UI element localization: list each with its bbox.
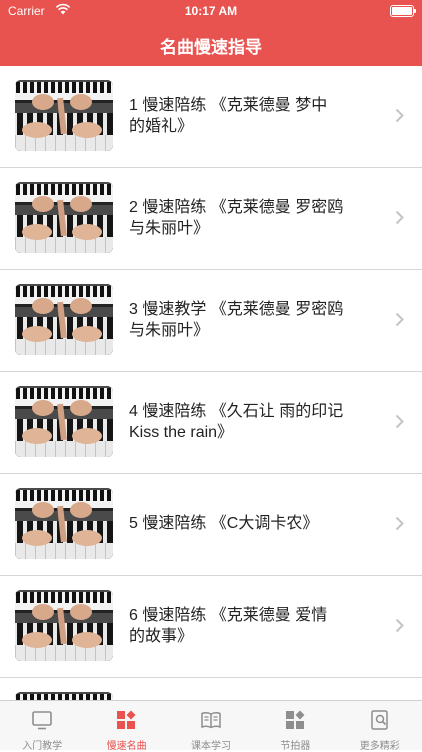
piano-thumbnail bbox=[15, 590, 113, 661]
tab-slow-famous-songs[interactable]: 慢速名曲 bbox=[84, 701, 168, 752]
monitor-icon bbox=[32, 711, 52, 730]
chevron-right-icon bbox=[395, 618, 404, 633]
battery-icon bbox=[390, 5, 416, 17]
blocks-icon bbox=[117, 710, 136, 729]
status-time: 10:17 AM bbox=[184, 4, 238, 18]
piano-thumbnail bbox=[15, 80, 113, 151]
piano-image bbox=[15, 590, 113, 661]
piano-image bbox=[15, 386, 113, 457]
tab-more[interactable]: 更多精彩 bbox=[338, 701, 422, 752]
list-item[interactable]: 6 慢速陪练 《克莱德曼 爱情 的故事》 bbox=[0, 576, 422, 678]
list-item-title: 5 慢速陪练 《C大调卡农》 bbox=[129, 515, 319, 532]
tab-bar: 入门教学 慢速名曲 课本学习 节拍器 更多精彩 bbox=[0, 700, 422, 752]
piano-image bbox=[15, 692, 113, 700]
book-icon bbox=[201, 712, 221, 729]
chevron-right-icon bbox=[395, 312, 404, 327]
list-item[interactable]: 5 慢速陪练 《C大调卡农》 bbox=[0, 474, 422, 576]
list-item-title: 1 慢速陪练 《克莱德曼 梦中 的婚礼》 bbox=[129, 97, 328, 135]
list-item[interactable]: 3 慢速教学 《克莱德曼 罗密鸥 与朱丽叶》 bbox=[0, 270, 422, 372]
tab-textbook-learning[interactable]: 课本学习 bbox=[169, 701, 253, 752]
list-item-title: 3 慢速教学 《克莱德曼 罗密鸥 与朱丽叶》 bbox=[129, 301, 344, 339]
search-doc-icon bbox=[370, 710, 388, 730]
navigation-bar: 名曲慢速指导 bbox=[0, 22, 422, 66]
piano-thumbnail bbox=[15, 182, 113, 253]
piano-image bbox=[15, 488, 113, 559]
list-item-title: 4 慢速陪练 《久石让 雨的印记 Kiss the rain》 bbox=[129, 403, 344, 441]
piano-thumbnail bbox=[15, 284, 113, 355]
status-bar: Carrier 10:17 AM bbox=[0, 0, 422, 22]
tab-intro-teaching[interactable]: 入门教学 bbox=[0, 701, 84, 752]
song-list[interactable]: 1 慢速陪练 《克莱德曼 梦中 的婚礼》 2 慢速陪练 《克莱德曼 罗密鸥 与朱… bbox=[0, 66, 422, 700]
piano-thumbnail bbox=[15, 386, 113, 457]
list-item[interactable]: 1 慢速陪练 《克莱德曼 梦中 的婚礼》 bbox=[0, 66, 422, 168]
piano-image bbox=[15, 284, 113, 355]
piano-thumbnail bbox=[15, 692, 113, 700]
piano-image bbox=[15, 80, 113, 151]
piano-image bbox=[15, 182, 113, 253]
list-item[interactable] bbox=[0, 678, 422, 700]
list-item[interactable]: 4 慢速陪练 《久石让 雨的印记 Kiss the rain》 bbox=[0, 372, 422, 474]
tab-metronome[interactable]: 节拍器 bbox=[253, 701, 337, 752]
chevron-right-icon bbox=[395, 108, 404, 123]
chevron-right-icon bbox=[395, 414, 404, 429]
grid-icon bbox=[286, 710, 305, 729]
chevron-right-icon bbox=[395, 516, 404, 531]
piano-thumbnail bbox=[15, 488, 113, 559]
list-item-title: 2 慢速陪练 《克莱德曼 罗密鸥 与朱丽叶》 bbox=[129, 199, 344, 237]
page-title: 名曲慢速指导 bbox=[160, 38, 262, 57]
list-item-title: 6 慢速陪练 《克莱德曼 爱情 的故事》 bbox=[129, 607, 328, 645]
list-item[interactable]: 2 慢速陪练 《克莱德曼 罗密鸥 与朱丽叶》 bbox=[0, 168, 422, 270]
chevron-right-icon bbox=[395, 210, 404, 225]
